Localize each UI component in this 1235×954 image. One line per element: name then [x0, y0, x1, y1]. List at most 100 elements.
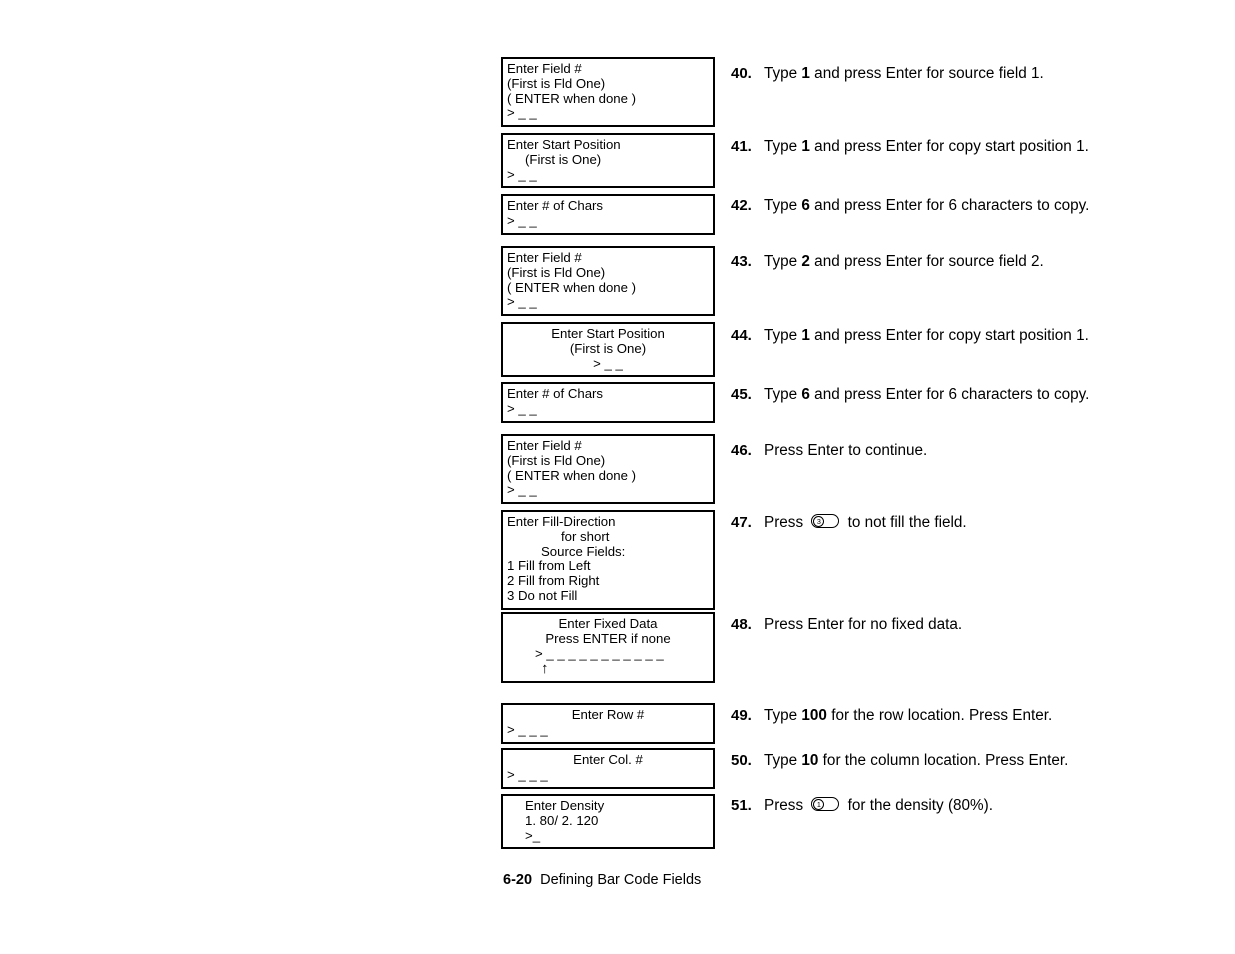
lcd-line: >_ — [525, 827, 541, 843]
step-number: 46. — [731, 442, 752, 459]
lcd-line: Enter # of Chars — [507, 198, 604, 213]
step-number: 47. — [731, 514, 752, 531]
step-text: Press 1 for the density (80%). — [764, 796, 1181, 817]
lcd-line: ( ENTER when done ) — [507, 90, 636, 106]
step-emphasis-value: 1 — [801, 138, 810, 155]
step-number: 50. — [731, 752, 752, 769]
step-text-run: Type — [764, 65, 802, 82]
lcd-line: 1 Fill from Left — [507, 558, 591, 574]
lcd-line: (First is One) — [569, 340, 647, 356]
step-number: 42. — [731, 197, 752, 214]
instruction-step: 42. Type 6 and press Enter for 6 characte… — [731, 196, 1181, 217]
lcd-line: > _ _ — [507, 212, 537, 228]
step-text-run: Type — [764, 197, 802, 214]
enter-number-of-chars-screen: Enter # of Chars > _ _ — [501, 194, 715, 235]
keypad-key-label: 1 — [813, 798, 825, 810]
step-emphasis-value: 10 — [801, 752, 819, 769]
instruction-step: 46. Press Enter to continue. — [731, 441, 1181, 462]
keypad-key-3-icon[interactable]: 3 — [811, 514, 840, 528]
step-text: Type 2 and press Enter for source field … — [764, 252, 1181, 273]
lcd-line: (First is Fld One) — [507, 75, 606, 91]
step-text: Type 1 and press Enter for source field … — [764, 64, 1181, 85]
enter-fill-direction-screen: Enter Fill-Direction for short Source Fiel… — [501, 510, 715, 610]
step-text-run: and press Enter for copy start position … — [809, 327, 1089, 344]
instruction-step: 40. Type 1 and press Enter for source fie… — [731, 64, 1181, 85]
step-text-run: Type — [764, 138, 802, 155]
instruction-step: 41. Type 1 and press Enter for copy start… — [731, 137, 1181, 158]
lcd-line: (First is Fld One) — [507, 452, 606, 468]
lcd-line: Enter Density — [525, 798, 605, 813]
lcd-line: Enter Row # — [571, 707, 645, 722]
lcd-line: Enter # of Chars — [507, 386, 604, 401]
lcd-line: 1. 80/ 2. 120 — [525, 812, 599, 828]
step-number: 40. — [731, 65, 752, 82]
step-text: Press Enter for no fixed data. — [764, 615, 1181, 636]
step-emphasis-value: 1 — [801, 65, 810, 82]
step-text-run: Press Enter for no fixed data. — [764, 616, 963, 633]
lcd-line: Enter Field # — [507, 61, 582, 76]
enter-start-position-screen: Enter Start Position (First is One) > _ _ — [501, 133, 715, 189]
lcd-line: > _ _ — [507, 294, 537, 310]
step-text-run: Press — [764, 797, 808, 814]
lcd-line: > _ _ _ — [507, 721, 548, 737]
footer-page-number: 6-20 — [503, 872, 533, 888]
step-number: 41. — [731, 138, 752, 155]
enter-number-of-chars-screen: Enter # of Chars > _ _ — [501, 382, 715, 423]
instruction-step: 43. Type 2 and press Enter for source fie… — [731, 252, 1181, 273]
step-text-run: Type — [764, 752, 802, 769]
step-emphasis-value: 100 — [801, 707, 827, 724]
lcd-line: (First is One) — [525, 151, 602, 167]
step-text-run: and press Enter for copy start position … — [809, 138, 1089, 155]
lcd-line: 3 Do not Fill — [507, 587, 578, 603]
instruction-step: 44. Type 1 and press Enter for copy start… — [731, 326, 1181, 347]
lcd-line: > _ _ — [507, 482, 537, 498]
step-number: 43. — [731, 253, 752, 270]
step-text-run: and press Enter for source field 1. — [809, 65, 1044, 82]
step-number: 49. — [731, 707, 752, 724]
enter-field-number-screen: Enter Field # (First is Fld One)( ENTER w… — [501, 57, 715, 128]
lcd-line: Enter Field # — [507, 250, 582, 265]
lcd-line: Enter Fill-Direction — [507, 514, 616, 529]
step-text: Type 1 and press Enter for copy start po… — [764, 326, 1181, 347]
lcd-line: 2 Fill from Right — [507, 573, 600, 589]
instruction-step: 51. Press 1 for the density (80%). — [731, 796, 1181, 817]
step-text-run: and press Enter for source field 2. — [809, 253, 1044, 270]
instruction-step: 47. Press 3 to not fill the field. — [731, 513, 1181, 534]
step-text-run: and press Enter for 6 characters to copy… — [809, 197, 1090, 214]
step-text-run: Press — [764, 514, 808, 531]
enter-density-screen: Enter Density 1. 80/ 2. 120 >_ — [501, 794, 715, 850]
lcd-line: > _ _ _ _ _ _ _ _ _ _ _ — [535, 645, 664, 661]
step-text-run: Type — [764, 327, 802, 344]
lcd-line: > _ _ — [507, 400, 537, 416]
step-text-run: Press Enter to continue. — [764, 442, 928, 459]
step-emphasis-value: 2 — [801, 253, 810, 270]
lcd-line: Enter Start Position — [551, 326, 665, 341]
enter-row-number-screen: Enter Row # > _ _ _ — [501, 703, 715, 744]
instruction-step: 49. Type 100 for the row location. Press … — [731, 706, 1181, 727]
document-page: Enter Field # (First is Fld One)( ENTER w… — [0, 0, 1235, 954]
lcd-line: ↑ — [541, 660, 549, 678]
step-text: Type 6 and press Enter for 6 characters … — [764, 196, 1181, 217]
lcd-line: Source Fields: — [541, 543, 626, 559]
lcd-line: ( ENTER when done ) — [507, 467, 636, 483]
enter-fixed-data-screen: Enter Fixed Data Press ENTER if none > _ _… — [501, 612, 715, 684]
step-number: 51. — [731, 797, 752, 814]
step-text-run: to not fill the field. — [843, 514, 967, 531]
instruction-step: 48. Press Enter for no fixed data. — [731, 615, 1181, 636]
step-text: Press Enter to continue. — [764, 441, 1181, 462]
step-text: Press 3 to not fill the field. — [764, 513, 1181, 534]
enter-field-number-screen: Enter Field # (First is Fld One)( ENTER w… — [501, 434, 715, 505]
lcd-line: > _ _ — [507, 105, 537, 121]
keypad-key-label: 3 — [813, 515, 825, 527]
lcd-line: Enter Fixed Data — [558, 616, 658, 631]
lcd-line: Press ENTER if none — [545, 630, 671, 646]
lcd-line: > _ _ _ — [507, 766, 548, 782]
step-number: 44. — [731, 327, 752, 344]
step-emphasis-value: 6 — [801, 386, 810, 403]
keypad-key-1-icon[interactable]: 1 — [811, 797, 840, 811]
footer-section-title: Defining Bar Code Fields — [540, 872, 702, 888]
lcd-line: > _ _ — [507, 166, 537, 182]
lcd-line: > _ _ — [593, 355, 623, 371]
instruction-step: 50. Type 10 for the column location. Pres… — [731, 751, 1181, 772]
lcd-line: ( ENTER when done ) — [507, 279, 636, 295]
